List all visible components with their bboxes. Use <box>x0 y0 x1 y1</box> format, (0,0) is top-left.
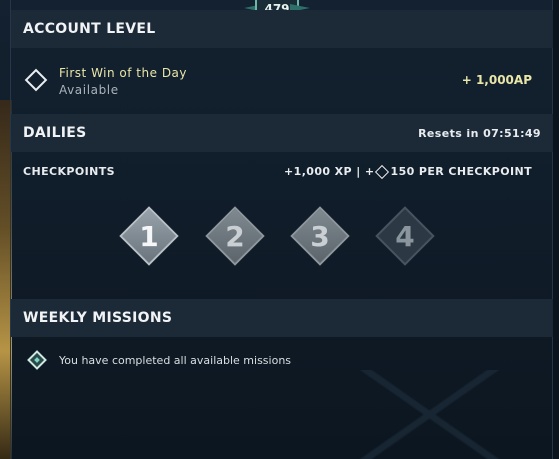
weekly-missions-title: WEEKLY MISSIONS <box>23 310 173 326</box>
first-win-reward-value: + 1,000AP <box>461 73 532 87</box>
account-level-header: ACCOUNT LEVEL <box>11 10 553 48</box>
checkpoint-number: 2 <box>225 219 245 253</box>
checkpoint-per-text: 150 PER CHECKPOINT <box>390 165 532 178</box>
first-win-label: First Win of the Day <box>59 66 188 80</box>
checkpoint-1: 1 <box>118 205 180 267</box>
checkpoint-number: 3 <box>310 219 330 253</box>
checkpoint-number: 4 <box>395 219 415 253</box>
weekly-missions-message: You have completed all available mission… <box>59 354 292 367</box>
weekly-missions-header: WEEKLY MISSIONS <box>11 299 553 337</box>
checkpoint-xp-text: +1,000 XP | + <box>284 165 375 178</box>
dailies-header: DAILIES Resets in 07:51:49 <box>11 114 553 152</box>
checkpoint-2: 2 <box>204 205 266 267</box>
dailies-reset-timer: Resets in 07:51:49 <box>418 126 541 140</box>
checkpoints-label: CHECKPOINTS <box>23 165 115 178</box>
checkpoint-3: 3 <box>289 205 351 267</box>
checkpoint-number: 1 <box>139 219 159 253</box>
checkpoint-reward-info: +1,000 XP | + 150 PER CHECKPOINT <box>284 164 532 180</box>
first-win-status: Available <box>59 83 119 97</box>
checkpoint-4: 4 <box>374 205 436 267</box>
account-level-title: ACCOUNT LEVEL <box>23 21 156 37</box>
dailies-title: DAILIES <box>23 125 87 141</box>
kingdom-credit-icon <box>374 164 389 180</box>
